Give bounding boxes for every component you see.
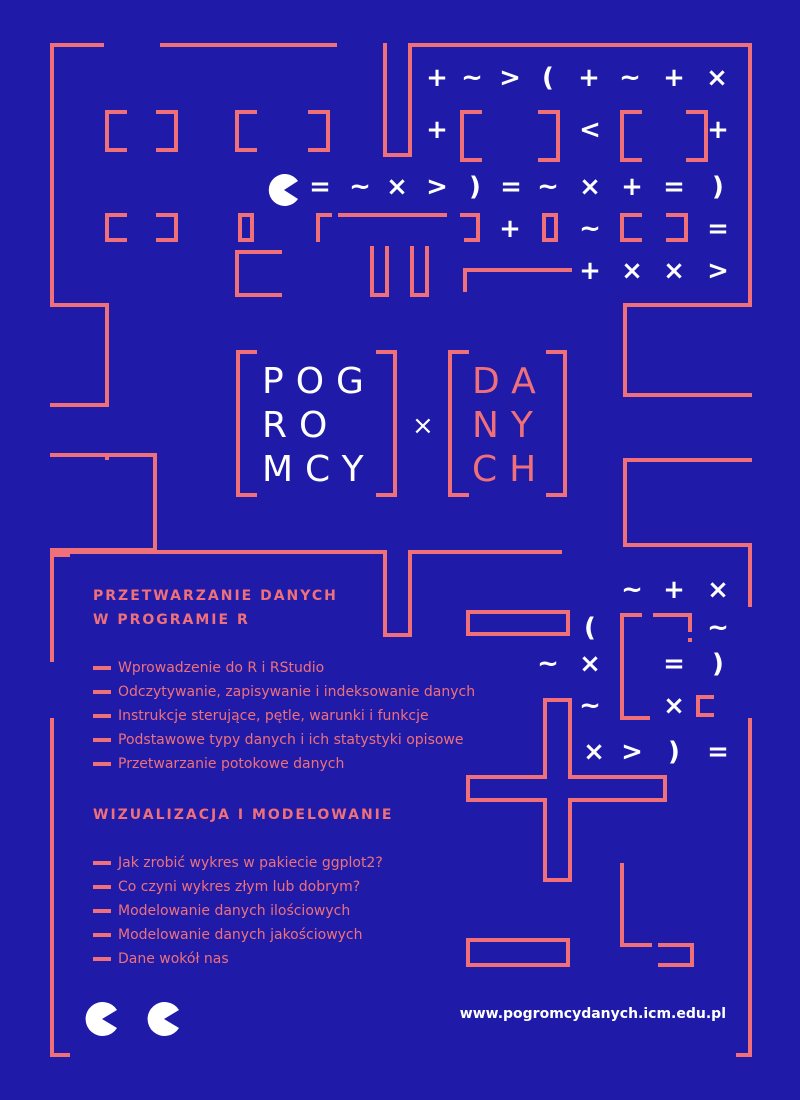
symbol-glyph: ) bbox=[712, 172, 724, 202]
list-item: Odczytywanie, zapisywanie i indeksowanie… bbox=[93, 683, 475, 701]
list-item-text: Modelowanie danych jakościowych bbox=[118, 927, 363, 943]
symbol-glyph: × bbox=[707, 575, 729, 605]
symbol-glyph: ) bbox=[469, 172, 481, 202]
symbol-glyph: ~ bbox=[621, 575, 643, 605]
logo-line-3: MCY bbox=[262, 449, 376, 490]
symbol-glyph: + bbox=[707, 115, 729, 145]
pacman-icon bbox=[85, 1002, 117, 1036]
symbol-glyph: ( bbox=[542, 63, 554, 93]
symbol-glyph: > bbox=[707, 256, 729, 286]
logo-line-2: RO bbox=[262, 405, 340, 446]
bullet-dash bbox=[93, 690, 111, 694]
list-item-text: Przetwarzanie potokowe danych bbox=[118, 756, 345, 772]
symbol-glyph: ) bbox=[712, 649, 724, 679]
list-item: Przetwarzanie potokowe danych bbox=[93, 755, 344, 773]
bullet-dash bbox=[93, 738, 111, 742]
symbol-glyph: ~ bbox=[461, 63, 483, 93]
pacman-icon bbox=[147, 1002, 179, 1036]
logo-line-4: DA bbox=[472, 361, 548, 402]
symbol-glyph: = bbox=[309, 172, 331, 202]
symbol-glyph: ~ bbox=[579, 691, 601, 721]
bullet-dash bbox=[93, 885, 111, 889]
symbol-glyph: ~ bbox=[579, 214, 601, 244]
bullet-dash bbox=[93, 933, 111, 937]
bullet-dash bbox=[93, 957, 111, 961]
list-item: Co czyni wykres złym lub dobrym? bbox=[93, 878, 360, 896]
list-item-text: Jak zrobić wykres w pakiecie ggplot2? bbox=[118, 855, 383, 871]
symbol-glyph: + bbox=[426, 63, 448, 93]
symbol-glyph: = bbox=[707, 737, 729, 767]
logo-separator: × bbox=[412, 411, 434, 441]
symbol-glyph: × bbox=[579, 172, 601, 202]
list-item: Podstawowe typy danych i ich statystyki … bbox=[93, 731, 464, 749]
list-item-text: Modelowanie danych ilościowych bbox=[118, 903, 351, 919]
symbol-glyph: × bbox=[706, 63, 728, 93]
symbol-glyph: ) bbox=[668, 737, 680, 767]
list-item: Instrukcje sterujące, pętle, warunki i f… bbox=[93, 707, 429, 725]
list-item: Modelowanie danych jakościowych bbox=[93, 926, 363, 944]
bullet-dash bbox=[93, 909, 111, 913]
symbol-glyph: + bbox=[499, 214, 521, 244]
list-item: Wprowadzenie do R i RStudio bbox=[93, 659, 324, 677]
list-item: Modelowanie danych ilościowych bbox=[93, 902, 350, 920]
symbol-glyph: × bbox=[583, 737, 605, 767]
symbol-glyph: × bbox=[663, 691, 685, 721]
list-item-text: Odczytywanie, zapisywanie i indeksowanie… bbox=[118, 684, 476, 700]
website-link[interactable]: www.pogromcydanych.icm.edu.pl bbox=[460, 1006, 726, 1022]
symbol-glyph: + bbox=[663, 63, 685, 93]
pacman-icon bbox=[268, 174, 298, 206]
symbol-glyph: = bbox=[707, 214, 729, 244]
symbol-glyph: ~ bbox=[537, 172, 559, 202]
symbol-glyph: + bbox=[663, 575, 685, 605]
symbol-glyph: ~ bbox=[349, 172, 371, 202]
poster: + ~ > ( + ~ + × + < + = ~ × >) = ~ × + =) + ~ = + × × > ~ + × ( ~ ~ × =) ~ ×… bbox=[0, 0, 800, 1100]
symbol-glyph: ~ bbox=[537, 649, 559, 679]
symbol-glyph: = bbox=[663, 649, 685, 679]
symbol-glyph: > bbox=[426, 172, 448, 202]
logo-line-5: NY bbox=[472, 405, 545, 446]
symbol-glyph: × bbox=[663, 256, 685, 286]
logo-line-1: POG bbox=[262, 361, 376, 402]
symbol-glyph: + bbox=[579, 256, 601, 286]
symbol-glyph: ~ bbox=[619, 63, 641, 93]
list-item: Dane wokół nas bbox=[93, 950, 229, 968]
list-item-text: Dane wokół nas bbox=[118, 951, 229, 967]
bullet-dash bbox=[93, 666, 111, 670]
symbol-glyph: = bbox=[500, 172, 522, 202]
list-item: Jak zrobić wykres w pakiecie ggplot2? bbox=[93, 854, 383, 872]
list-item-text: Wprowadzenie do R i RStudio bbox=[118, 660, 325, 676]
list-item-text: Instrukcje sterujące, pętle, warunki i f… bbox=[118, 708, 429, 724]
section1-heading-line2: W PROGRAMIE R bbox=[93, 612, 250, 628]
symbol-glyph: × bbox=[386, 172, 408, 202]
section2-heading: WIZUALIZACJA I MODELOWANIE bbox=[93, 807, 394, 823]
section1-heading-line1: PRZETWARZANIE DANYCH bbox=[93, 588, 338, 604]
bullet-dash bbox=[93, 714, 111, 718]
symbol-glyph: + bbox=[621, 172, 643, 202]
bullet-dash bbox=[93, 762, 111, 766]
bullet-dash bbox=[93, 861, 111, 865]
symbol-glyph: + bbox=[426, 115, 448, 145]
symbol-glyph: < bbox=[579, 115, 601, 145]
symbol-glyph: ~ bbox=[707, 613, 729, 643]
symbol-glyph: ( bbox=[584, 613, 596, 643]
symbol-glyph: = bbox=[663, 172, 685, 202]
symbol-glyph: + bbox=[578, 63, 600, 93]
logo-line-6: CH bbox=[472, 449, 549, 490]
symbol-glyph: > bbox=[621, 737, 643, 767]
list-item-text: Podstawowe typy danych i ich statystyki … bbox=[118, 732, 464, 748]
symbol-glyph: × bbox=[621, 256, 643, 286]
list-item-text: Co czyni wykres złym lub dobrym? bbox=[118, 879, 361, 895]
symbol-glyph: > bbox=[499, 63, 521, 93]
symbol-glyph: × bbox=[579, 649, 601, 679]
